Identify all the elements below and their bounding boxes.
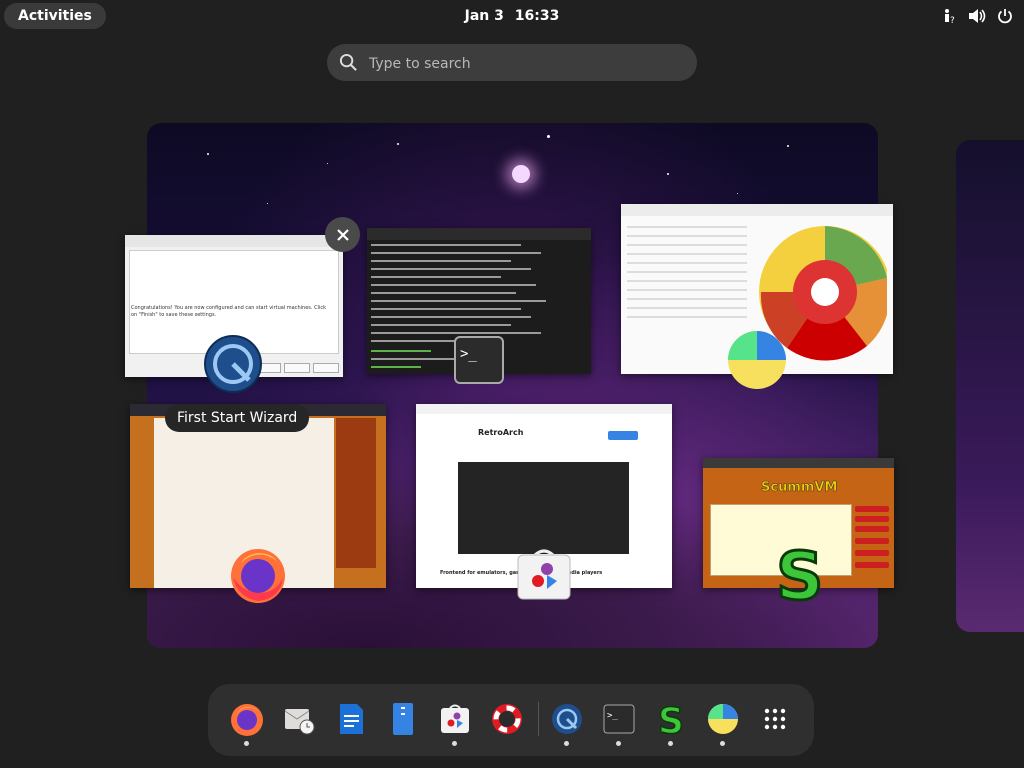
software-install-button	[608, 431, 638, 440]
dash-item-virt-manager[interactable]	[544, 696, 590, 746]
software-icon	[441, 704, 469, 733]
running-indicator	[668, 741, 673, 746]
close-icon	[336, 228, 349, 241]
dash-item-software[interactable]	[432, 696, 478, 746]
power-icon[interactable]	[996, 7, 1014, 25]
clock-time: 16:33	[514, 8, 560, 24]
dash-item-writer[interactable]	[328, 696, 374, 742]
window-titlebar	[125, 235, 343, 247]
clock[interactable]: Jan 3 16:33	[0, 0, 1024, 32]
next-workspace[interactable]	[956, 140, 1024, 632]
window-titlebar	[367, 228, 591, 240]
volume-icon[interactable]	[968, 7, 986, 25]
writer-icon	[340, 704, 363, 734]
window-tooltip: First Start Wizard	[165, 404, 310, 432]
search-bar[interactable]	[327, 44, 697, 83]
software-screenshot	[458, 462, 629, 554]
clock-date: Jan 3	[464, 8, 504, 24]
baobab-icon	[726, 329, 788, 395]
virt-manager-icon	[552, 704, 582, 734]
browser-sidebar	[336, 418, 376, 568]
show-apps-button[interactable]	[752, 696, 798, 742]
dash: >_ S	[208, 684, 814, 756]
scummvm-icon: S	[657, 701, 684, 737]
dash-item-firefox[interactable]	[224, 696, 270, 746]
app-grid-icon	[764, 708, 786, 730]
baobab-icon	[708, 704, 738, 734]
scummvm-logo: ScummVM	[761, 480, 838, 496]
system-tray[interactable]: ?	[940, 0, 1014, 32]
close-window-button[interactable]	[325, 217, 360, 252]
running-indicator	[452, 741, 457, 746]
terminal-icon: >_	[603, 704, 635, 734]
firefox-icon	[231, 704, 263, 736]
search-icon	[339, 53, 357, 71]
dash-separator	[538, 702, 539, 736]
scummvm-icon: S	[774, 537, 826, 617]
running-indicator	[564, 741, 569, 746]
terminal-icon: >_	[454, 336, 504, 388]
software-icon	[515, 547, 573, 607]
dash-item-terminal[interactable]: >_	[596, 696, 642, 746]
files-icon	[393, 703, 413, 735]
svg-text:S: S	[658, 701, 684, 737]
accessibility-icon[interactable]: ?	[940, 7, 958, 25]
top-bar: Activities Jan 3 16:33 ?	[0, 0, 1024, 32]
dash-item-disk-usage-analyzer[interactable]	[700, 696, 746, 746]
mail-clock-icon	[284, 709, 315, 735]
svg-text:>_: >_	[460, 346, 477, 362]
dash-item-evolution[interactable]	[276, 696, 322, 742]
running-indicator	[616, 741, 621, 746]
search-input[interactable]	[367, 44, 681, 83]
help-icon	[492, 704, 522, 734]
running-indicator	[720, 741, 725, 746]
software-app-name: RetroArch	[478, 428, 524, 437]
dash-item-help[interactable]	[484, 696, 530, 742]
dash-item-scummvm[interactable]: S	[648, 696, 694, 746]
firefox-icon	[227, 543, 289, 609]
virt-manager-icon	[203, 334, 263, 398]
wizard-message: Congratulations! You are now configured …	[131, 305, 326, 318]
dash-item-files[interactable]	[380, 696, 426, 742]
svg-text:>_: >_	[607, 711, 618, 721]
wallpaper-moon	[512, 165, 530, 183]
svg-text:S: S	[776, 541, 824, 605]
svg-text:?: ?	[950, 16, 955, 24]
window-titlebar	[621, 204, 893, 216]
running-indicator	[244, 741, 249, 746]
wizard-buttons	[255, 363, 339, 373]
window-titlebar	[416, 404, 672, 414]
window-titlebar	[703, 458, 894, 468]
